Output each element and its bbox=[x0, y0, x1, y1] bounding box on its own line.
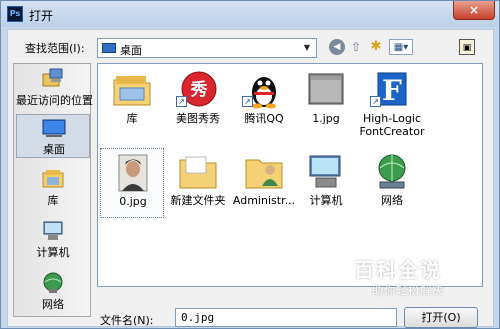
sidebar-item-label: 最近访问的位置 bbox=[16, 94, 93, 107]
view-menu-icon[interactable]: ▦▾ bbox=[389, 39, 413, 55]
library-icon bbox=[42, 170, 64, 188]
list-item[interactable]: 0.jpg bbox=[100, 148, 164, 218]
recent-places-icon bbox=[42, 68, 63, 87]
list-item[interactable]: 秀 ↗ 美图秀秀 bbox=[166, 66, 230, 136]
watermark-title: 百科全说 bbox=[354, 258, 442, 282]
sidebar-item-label: 网络 bbox=[42, 298, 64, 311]
list-item[interactable]: 网络 bbox=[360, 148, 424, 218]
svg-text:F: F bbox=[382, 74, 402, 107]
network-icon bbox=[43, 272, 63, 293]
user-folder-icon bbox=[245, 159, 283, 189]
back-icon[interactable]: ◀ bbox=[329, 39, 345, 55]
list-item[interactable]: 库 bbox=[100, 66, 164, 136]
network-icon bbox=[378, 154, 406, 189]
look-in-dropdown[interactable]: 桌面 ▼ bbox=[97, 38, 317, 58]
title-bar[interactable]: Ps 打开 × bbox=[1, 1, 499, 27]
new-folder-icon[interactable]: ✱ bbox=[368, 39, 384, 55]
sidebar-item-desktop[interactable]: 桌面 bbox=[16, 114, 90, 158]
file-label: 网络 bbox=[381, 194, 403, 207]
computer-icon bbox=[309, 155, 341, 188]
library-folder-icon bbox=[113, 76, 151, 106]
file-label: 1.jpg bbox=[312, 112, 340, 125]
photoshop-icon: Ps bbox=[7, 6, 23, 22]
up-folder-icon[interactable]: ⇧ bbox=[349, 39, 363, 55]
list-item[interactable]: Administr... bbox=[232, 148, 296, 218]
svg-text:秀: 秀 bbox=[190, 80, 208, 100]
sidebar-item-computer[interactable]: 计算机 bbox=[16, 218, 90, 262]
sidebar-item-label: 计算机 bbox=[36, 246, 70, 259]
folder-icon bbox=[179, 156, 217, 189]
chevron-down-icon[interactable]: ▼ bbox=[301, 41, 313, 55]
close-button[interactable]: × bbox=[453, 1, 495, 20]
filename-label: 文件名(N): bbox=[100, 314, 154, 327]
list-item[interactable]: ↗ 腾讯QQ bbox=[232, 66, 296, 136]
desktop-icon bbox=[42, 119, 66, 137]
sidebar-item-recent[interactable]: 最近访问的位置 bbox=[16, 66, 93, 110]
look-in-label: 查找范围(I): bbox=[25, 42, 85, 55]
photo-thumbnail-icon bbox=[118, 154, 148, 192]
dialog-title: 打开 bbox=[29, 9, 54, 23]
list-item[interactable]: F ↗ High-Logic FontCreator bbox=[360, 66, 425, 138]
list-item[interactable]: 计算机 bbox=[294, 148, 358, 218]
file-label: 新建文件夹 bbox=[170, 194, 226, 207]
image-file-icon bbox=[308, 73, 344, 105]
list-item[interactable]: 新建文件夹 bbox=[166, 148, 230, 218]
shortcut-arrow-icon: ↗ bbox=[176, 96, 187, 107]
watermark-subtitle: 助你轻松解决 bbox=[372, 284, 444, 297]
file-label: 计算机 bbox=[309, 194, 343, 207]
computer-icon bbox=[43, 221, 63, 240]
sidebar-item-label: 库 bbox=[47, 194, 59, 207]
places-bar: 最近访问的位置 桌面 库 计算机 网络 bbox=[13, 63, 93, 317]
filename-input[interactable]: 0.jpg bbox=[175, 308, 397, 327]
sidebar-item-library[interactable]: 库 bbox=[16, 166, 90, 210]
shortcut-arrow-icon: ↗ bbox=[242, 96, 253, 107]
file-label: 库 bbox=[126, 112, 138, 125]
look-in-value: 桌面 bbox=[120, 44, 142, 57]
file-label: 美图秀秀 bbox=[176, 112, 220, 125]
desktop-icon bbox=[102, 43, 116, 53]
desktop-icon[interactable]: ▣ bbox=[459, 39, 475, 55]
open-button[interactable]: 打开(O) bbox=[404, 307, 478, 328]
sidebar-item-label: 桌面 bbox=[43, 143, 65, 156]
sidebar-item-network[interactable]: 网络 bbox=[16, 270, 90, 314]
list-item[interactable]: 1.jpg bbox=[294, 66, 358, 136]
file-label: High-Logic FontCreator bbox=[359, 112, 425, 138]
shortcut-arrow-icon: ↗ bbox=[370, 96, 381, 107]
